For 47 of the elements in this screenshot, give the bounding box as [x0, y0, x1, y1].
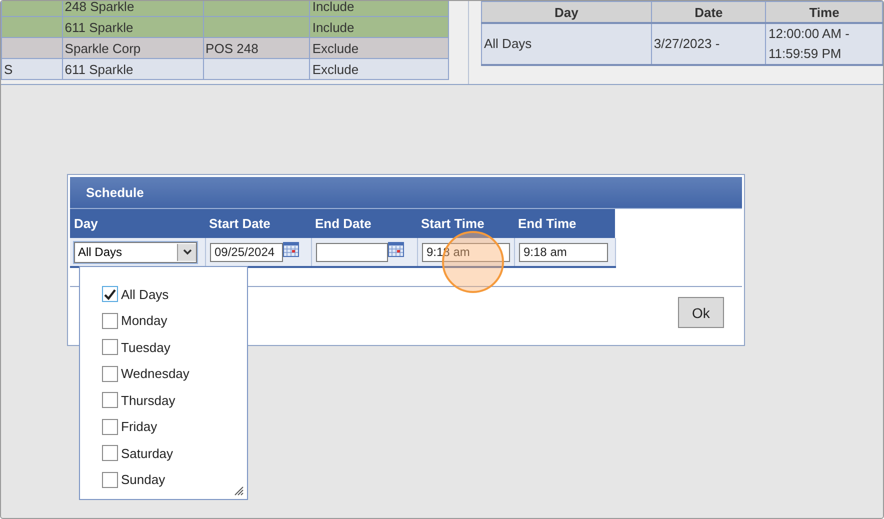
- column-header: Start Time: [421, 216, 484, 231]
- option-label[interactable]: Monday: [121, 313, 168, 328]
- table-cell: All Days: [484, 36, 532, 51]
- option-label[interactable]: Sunday: [121, 472, 166, 488]
- column-header: End Time: [518, 216, 576, 231]
- option-label[interactable]: Wednesday: [121, 366, 190, 382]
- checkbox[interactable]: [102, 286, 118, 302]
- column-header: Day: [554, 4, 578, 20]
- date-field[interactable]: 09/25/2024: [210, 242, 282, 262]
- option-label[interactable]: Thursday: [121, 392, 176, 408]
- dialog-title: Schedule: [70, 177, 742, 209]
- column-header: Start Date: [209, 216, 270, 231]
- table-cell: 3/27/2023 -: [654, 36, 720, 51]
- table-cell: Include: [312, 20, 354, 34]
- day-select[interactable]: All Days: [74, 242, 197, 262]
- column-header: End Date: [315, 216, 372, 231]
- table-cell: Exclude: [312, 62, 359, 76]
- column-header: Time: [809, 4, 840, 20]
- table-cell: 248 Sparkle: [64, 1, 134, 14]
- table-cell: 12:00:00 AM - 11:59:59 PM: [768, 26, 850, 61]
- checkbox[interactable]: [102, 418, 118, 435]
- column-header: Date: [694, 4, 723, 20]
- checkbox[interactable]: [102, 339, 118, 356]
- table-cell: Include: [312, 1, 354, 14]
- option-label[interactable]: Tuesday: [121, 340, 170, 355]
- checkbox[interactable]: [102, 366, 118, 382]
- time-field[interactable]: 9:18 am: [518, 242, 608, 262]
- date-field[interactable]: [316, 242, 388, 262]
- ok-button[interactable]: Ok: [678, 297, 724, 328]
- calendar-icon[interactable]: [282, 242, 298, 256]
- checkbox[interactable]: [102, 472, 118, 488]
- resize-grip-icon[interactable]: [234, 486, 244, 496]
- table-cell: POS 248: [206, 40, 258, 56]
- table-cell: Exclude: [312, 40, 359, 56]
- checkbox[interactable]: [102, 312, 118, 329]
- table-cell: 611 Sparkle: [64, 62, 134, 76]
- column-header: Day: [74, 216, 98, 231]
- calendar-icon[interactable]: [388, 242, 404, 256]
- checkbox[interactable]: [102, 445, 118, 462]
- chevron-down-icon: [182, 249, 192, 255]
- table-cell: S: [4, 62, 13, 76]
- option-label[interactable]: Saturday: [121, 446, 174, 461]
- checkbox[interactable]: [102, 392, 118, 408]
- option-label[interactable]: Friday: [121, 419, 158, 434]
- option-label[interactable]: All Days: [121, 286, 169, 302]
- table-cell: Sparkle Corp: [64, 40, 141, 56]
- table-cell: 611 Sparkle: [64, 20, 134, 34]
